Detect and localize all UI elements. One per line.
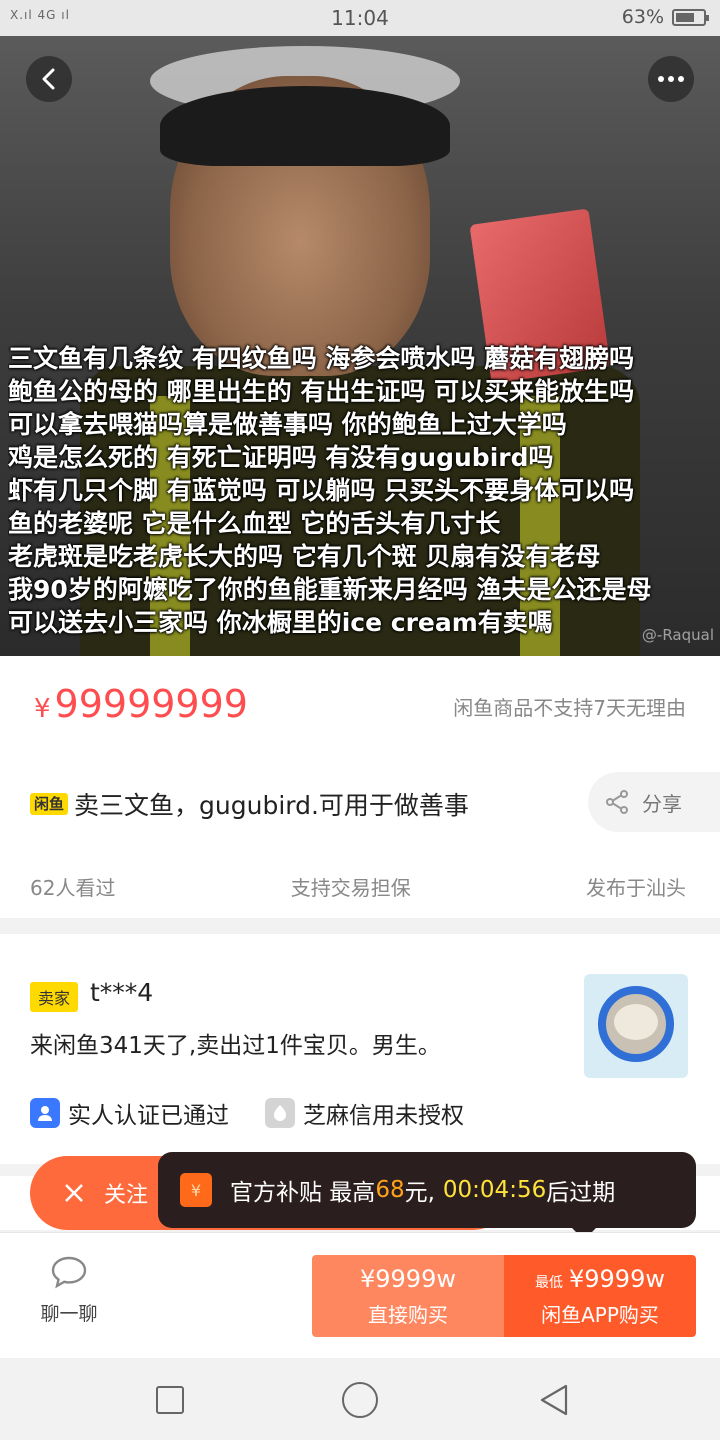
chat-label: 聊一聊 (40, 1303, 98, 1325)
chat-button[interactable]: 聊一聊 (36, 1255, 102, 1326)
product-info: ¥99999999 闲鱼商品不支持7天无理由 闲鱼 卖三文鱼，gugubird.… (0, 656, 720, 918)
caption-line: 老虎斑是吃老虎长大的吗 它有几个斑 贝扇有没有老母 (8, 542, 601, 571)
product-stats: 62人看过 支持交易担保 发布于汕头 (30, 872, 686, 901)
toast-text-suffix: 元, (404, 1180, 435, 1206)
subsidy-toast[interactable]: ¥ 官方补贴 最高 68 元, 00:04:56 后过期 (158, 1152, 696, 1240)
subsidy-amount: 68 (375, 1177, 405, 1203)
seller-name[interactable]: t***4 (90, 978, 153, 1007)
home-button[interactable] (342, 1382, 378, 1418)
price-value: 99999999 (54, 682, 248, 726)
verification-label: 实人认证已通过 (68, 1103, 229, 1129)
seller-card[interactable]: 卖家 t***4 来闲鱼341天了,卖出过1件宝贝。男生。 实人认证已通过 芝麻… (0, 934, 720, 1164)
sesame-credit-icon (265, 1098, 295, 1128)
caption-line: 鸡是怎么死的 有死亡证明吗 有没有gugubird吗 (8, 443, 554, 472)
share-button[interactable]: 分享 (588, 772, 720, 832)
caption-line: 三文鱼有几条纹 有四纹鱼吗 海参会喷水吗 蘑菇有翅膀吗 (8, 344, 635, 373)
app-price: ¥9999w (569, 1264, 665, 1293)
seller-badges: 实人认证已通过 芝麻信用未授权 (30, 1096, 464, 1130)
product-image[interactable]: 三文鱼有几条纹 有四纹鱼吗 海参会喷水吗 蘑菇有翅膀吗 鲍鱼公的母的 哪里出生的… (0, 36, 720, 656)
close-icon[interactable] (62, 1181, 86, 1205)
share-label: 分享 (642, 791, 682, 816)
credit-label: 芝麻信用未授权 (303, 1103, 464, 1129)
direct-label: 直接购买 (368, 1302, 448, 1327)
credit-badge[interactable]: 芝麻信用未授权 (265, 1096, 464, 1130)
direct-price: ¥9999w (360, 1264, 456, 1293)
countdown-timer: 00:04:56 (442, 1177, 547, 1203)
buy-in-app-button[interactable]: 最低 ¥9999w 闲鱼APP购买 (504, 1255, 696, 1337)
chevron-left-icon (42, 68, 55, 90)
app-label: 闲鱼APP购买 (541, 1302, 659, 1327)
follow-label: 关注 (104, 1183, 149, 1208)
status-bar: X.ıl 4G ıl 11:04 63% (0, 0, 720, 36)
seller-description: 来闲鱼341天了,卖出过1件宝贝。男生。 (30, 1033, 441, 1059)
system-nav-bar (0, 1360, 720, 1440)
back-triangle-icon[interactable] (536, 1382, 572, 1418)
view-count: 62人看过 (30, 876, 116, 900)
currency-symbol: ¥ (34, 694, 51, 724)
product-price: ¥99999999 (34, 682, 248, 726)
publish-location: 发布于汕头 (585, 876, 686, 900)
status-time: 11:04 (331, 6, 389, 30)
caption-line: 可以送去小三家吗 你冰橱里的ice cream有卖嗎 (8, 608, 553, 637)
action-bar: 聊一聊 ¥9999w 直接购买 最低 ¥9999w 闲鱼APP购买 (0, 1232, 720, 1358)
battery-status: 63% (621, 6, 709, 28)
guarantee-label: 支持交易担保 (290, 876, 411, 900)
caption-line: 可以拿去喂猫吗算是做善事吗 你的鲍鱼上过大学吗 (8, 410, 567, 439)
image-watermark: @-Raqual (641, 626, 714, 644)
more-button[interactable] (648, 56, 694, 102)
battery-percent: 63% (621, 6, 664, 28)
battery-icon (672, 8, 709, 26)
toast-text-prefix: 官方补贴 最高 (230, 1180, 376, 1206)
caption-line: 鲍鱼公的母的 哪里出生的 有出生证吗 可以买来能放生吗 (8, 377, 635, 406)
share-icon (606, 790, 628, 814)
more-dots-icon (658, 76, 684, 82)
caption-line: 虾有几只个脚 有蓝觉吗 可以躺吗 只买头不要身体可以吗 (8, 476, 635, 505)
seller-avatar[interactable] (584, 974, 688, 1078)
title-row: 闲鱼 卖三文鱼，gugubird.可用于做善事 (30, 786, 469, 822)
lowest-tag: 最低 (535, 1274, 563, 1291)
xianyu-badge: 闲鱼 (30, 793, 69, 815)
red-packet-icon: ¥ (180, 1173, 212, 1207)
return-policy: 闲鱼商品不支持7天无理由 (453, 696, 686, 720)
caption-line: 鱼的老婆呢 它是什么血型 它的舌头有几寸长 (8, 509, 501, 538)
product-title: 卖三文鱼，gugubird.可用于做善事 (74, 791, 469, 820)
toast-expire-text: 后过期 (546, 1180, 616, 1206)
verification-badge[interactable]: 实人认证已通过 (30, 1096, 229, 1130)
back-button[interactable] (26, 56, 72, 102)
chat-bubble-icon (51, 1256, 87, 1289)
buy-direct-button[interactable]: ¥9999w 直接购买 (312, 1255, 504, 1337)
seller-tag: 卖家 (30, 982, 79, 1012)
caption-line: 我90岁的阿嬷吃了你的鱼能重新来月经吗 渔夫是公还是母 (8, 575, 652, 604)
verified-person-icon (30, 1098, 60, 1128)
image-caption: 三文鱼有几条纹 有四纹鱼吗 海参会喷水吗 蘑菇有翅膀吗 鲍鱼公的母的 哪里出生的… (8, 342, 714, 639)
hero-headband (160, 86, 450, 166)
recent-apps-button[interactable] (156, 1386, 184, 1414)
